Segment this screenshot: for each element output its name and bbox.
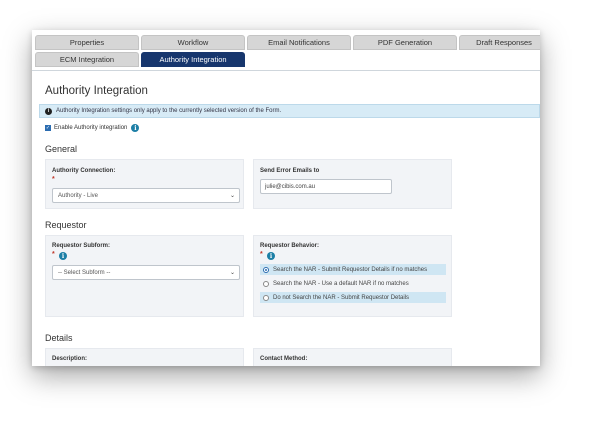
required-mark: *: [52, 176, 55, 183]
info-banner: i Authority Integration settings only ap…: [39, 104, 540, 118]
chevron-down-icon: ⌄: [229, 193, 235, 199]
tab-properties[interactable]: Properties: [35, 35, 139, 50]
requestor-subform-panel: Requestor Subform: * i -- Select Subform…: [45, 235, 244, 317]
contact-method-panel: Contact Method:: [253, 348, 452, 366]
info-icon: i: [45, 107, 52, 115]
behavior-option-label: Search the NAR - Use a default NAR if no…: [273, 280, 409, 287]
tab-ecm-integration[interactable]: ECM Integration: [35, 52, 139, 67]
error-emails-panel: Send Error Emails to julie@cibis.com.au: [253, 159, 452, 209]
error-emails-label: Send Error Emails to: [260, 168, 320, 174]
authority-connection-value: Authority - Live: [58, 192, 99, 199]
tab-email-notifications[interactable]: Email Notifications: [247, 35, 351, 50]
behavior-option-no-search[interactable]: Do not Search the NAR - Submit Requestor…: [260, 292, 446, 303]
requestor-behavior-label: Requestor Behavior:: [260, 243, 320, 249]
info-text: Authority Integration settings only appl…: [56, 108, 282, 114]
section-requestor: Requestor: [45, 220, 87, 230]
tabs-row-primary: Properties Workflow Email Notifications …: [35, 35, 540, 50]
enable-authority-label[interactable]: Enable Authority integration: [54, 125, 127, 131]
description-label: Description:: [52, 356, 88, 362]
required-mark: *: [52, 251, 55, 258]
requestor-subform-label: Requestor Subform:: [52, 243, 111, 249]
radio-unselected[interactable]: [263, 294, 269, 301]
tabs-row-secondary: ECM Integration Authority Integration: [35, 52, 247, 67]
section-details: Details: [45, 333, 73, 343]
requestor-subform-value: -- Select Subform --: [58, 269, 111, 276]
enable-authority-checkbox[interactable]: ✓: [45, 125, 51, 131]
form-settings-window: Properties Workflow Email Notifications …: [32, 30, 540, 366]
tab-authority-integration[interactable]: Authority Integration: [141, 52, 245, 67]
behavior-option-search-default[interactable]: Search the NAR - Use a default NAR if no…: [260, 278, 446, 289]
tab-draft-responses[interactable]: Draft Responses: [459, 35, 540, 50]
chevron-down-icon: ⌄: [229, 270, 235, 276]
authority-connection-panel: Authority Connection: * Authority - Live…: [45, 159, 244, 209]
contact-method-label: Contact Method:: [260, 356, 308, 362]
radio-unselected[interactable]: [263, 280, 269, 287]
page-title: Authority Integration: [45, 85, 148, 97]
tab-workflow[interactable]: Workflow: [141, 35, 245, 50]
authority-connection-select[interactable]: Authority - Live ⌄: [52, 188, 240, 203]
behavior-option-label: Do not Search the NAR - Submit Requestor…: [273, 294, 410, 301]
tab-pdf-generation[interactable]: PDF Generation: [353, 35, 457, 50]
radio-selected[interactable]: [263, 266, 269, 273]
behavior-option-search-submit[interactable]: Search the NAR - Submit Requestor Detail…: [260, 264, 446, 275]
required-mark: *: [260, 251, 263, 258]
error-emails-input[interactable]: julie@cibis.com.au: [260, 179, 392, 194]
behavior-option-label: Search the NAR - Submit Requestor Detail…: [273, 266, 428, 273]
enable-authority-row: ✓ Enable Authority integration i: [45, 124, 140, 132]
description-panel: Description:: [45, 348, 244, 366]
requestor-subform-select[interactable]: -- Select Subform -- ⌄: [52, 265, 240, 280]
help-icon[interactable]: i: [131, 124, 140, 132]
requestor-behavior-panel: Requestor Behavior: * i Search the NAR -…: [253, 235, 452, 317]
section-general: General: [45, 144, 78, 154]
help-icon[interactable]: i: [267, 252, 275, 260]
help-icon[interactable]: i: [59, 252, 67, 260]
tab-content: Authority Integration i Authority Integr…: [32, 70, 540, 366]
authority-connection-label: Authority Connection:: [52, 168, 116, 174]
